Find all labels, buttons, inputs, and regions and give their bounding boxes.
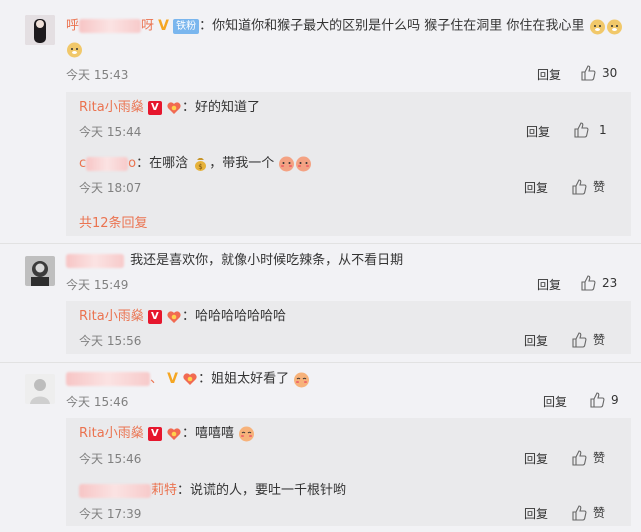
comment-time: 今天 15:49 [66,278,129,292]
fan-badge: 铁粉 [173,18,200,34]
reply-button[interactable]: 回复 [537,66,561,83]
comment-line: 、 V ：姐姐太好看了 [66,370,310,389]
like-button[interactable]: 赞 [571,504,605,521]
subreply-name-tail[interactable]: 莉特 [151,483,177,498]
verified-v-icon: V [158,18,170,34]
subreply-text: 嘻嘻嘻 [195,426,235,441]
svg-text:$: $ [199,163,203,171]
money-bag-icon: $ [195,158,207,171]
commenter-name-tail[interactable]: 、 [150,372,163,387]
comment-text: 我还是喜欢你，就像小时候吃辣条，从不看日期 [130,253,404,268]
subreply-text: 说谎的人，要吐一千根针哟 [190,483,347,498]
commenter-name-tail[interactable]: 呀 [141,19,154,34]
like-button[interactable]: 赞 [571,449,605,466]
subreply-time: 今天 18:07 [79,181,142,195]
subreply-line: c o：在哪浛 $ ，带我一个 [79,155,312,173]
blurred-name [79,19,142,33]
thumbs-up-icon [581,275,596,291]
thumbs-up-icon [581,65,596,81]
like-count: 1 [599,123,607,137]
heart-badge-icon [167,427,181,440]
verified-v-icon: V [167,371,178,387]
thumbs-up-icon [572,178,587,195]
like-button[interactable]: 9 [589,392,619,408]
like-count: 9 [611,393,619,407]
like-label: 赞 [593,180,606,194]
subreply-name-head[interactable]: c [79,156,86,171]
subreply-name-tail[interactable]: o [128,156,136,171]
comment-text: 姐姐太好看了 [211,371,290,387]
blurred-name [66,372,150,386]
subreply-line: Rita小雨燊 V ：好的知道了 [79,100,261,115]
subreply-line: Rita小雨燊 V ：嘻嘻嘻 [79,425,255,443]
verified-v-icon: V [147,309,162,324]
like-count: 23 [602,276,618,290]
comment-line: 我还是喜欢你，就像小时候吃辣条，从不看日期 [66,252,403,270]
avatar[interactable] [25,256,55,286]
reply-button[interactable]: 回复 [537,276,561,293]
heart-badge-icon [167,101,181,114]
blush-emoji [296,156,312,172]
reply-button[interactable]: 回复 [524,332,548,349]
comment-time: 今天 15:46 [66,395,129,409]
avatar[interactable] [25,15,55,45]
subreply-name[interactable]: Rita小雨燊 [79,309,144,324]
subreply-time: 今天 17:39 [79,507,142,521]
subreply-text: 在哪浛 [149,156,189,171]
doge-emoji [589,19,605,34]
thumbs-up-icon [572,449,587,466]
blush-emoji [294,372,310,387]
reply-button[interactable]: 回复 [524,505,548,522]
blurred-name [79,483,151,498]
like-label: 赞 [593,506,606,520]
thumbs-up-icon [572,504,587,521]
like-button[interactable]: 23 [580,275,617,291]
like-label: 赞 [593,333,606,347]
verified-v-icon: V [147,426,162,441]
blush-emoji [279,156,295,172]
heart-badge-icon [183,373,197,385]
like-button[interactable]: 30 [580,65,617,81]
reply-button[interactable]: 回复 [543,393,567,410]
more-replies-link[interactable]: 共12条回复 [79,212,148,231]
comment-time: 今天 15:43 [66,68,129,82]
subreply-time: 今天 15:44 [79,125,142,139]
doge-emoji [606,19,622,34]
divider [0,362,641,363]
reply-button[interactable]: 回复 [524,179,548,196]
comment-text: 你知道你和猴子最大的区别是什么吗 猴子住在洞里 你住在我心里 [212,18,585,34]
doge-emoji [67,42,82,58]
like-button[interactable]: 赞 [571,331,605,348]
subreply-text: 好的知道了 [195,100,261,115]
reply-button[interactable]: 回复 [526,123,550,140]
divider [0,243,641,244]
subreply-line: Rita小雨燊 V ：哈哈哈哈哈哈哈 [79,309,287,324]
blurred-name [86,156,129,171]
avatar[interactable] [25,374,55,404]
blush-emoji [239,426,255,442]
like-label: 赞 [593,451,606,465]
subreply-name[interactable]: Rita小雨燊 [79,426,144,441]
subreply-line: 莉特：说谎的人，要吐一千根针哟 [79,482,346,500]
subreply-text-2: ，带我一个 [209,156,275,171]
commenter-name-head[interactable]: 呼 [66,19,79,34]
like-count: 30 [602,66,618,80]
reply-button[interactable]: 回复 [524,450,548,467]
like-button[interactable]: 赞 [571,178,605,195]
blurred-name [66,253,124,268]
heart-badge-icon [167,310,181,323]
comment-line: 呼呀 V 铁粉 ：你知道你和猴子最大的区别是什么吗 猴子住在洞里 你住在我心里 [66,17,623,36]
subreply-text: 哈哈哈哈哈哈哈 [195,309,287,324]
verified-v-icon: V [147,100,162,115]
thumbs-up-icon [590,392,605,408]
thumbs-up-icon [572,331,587,348]
subreply-name[interactable]: Rita小雨燊 [79,100,144,115]
like-button[interactable]: 1 [573,122,607,138]
subreply-time: 今天 15:46 [79,452,142,466]
subreply-time: 今天 15:56 [79,334,142,348]
thumbs-up-icon [574,122,589,138]
